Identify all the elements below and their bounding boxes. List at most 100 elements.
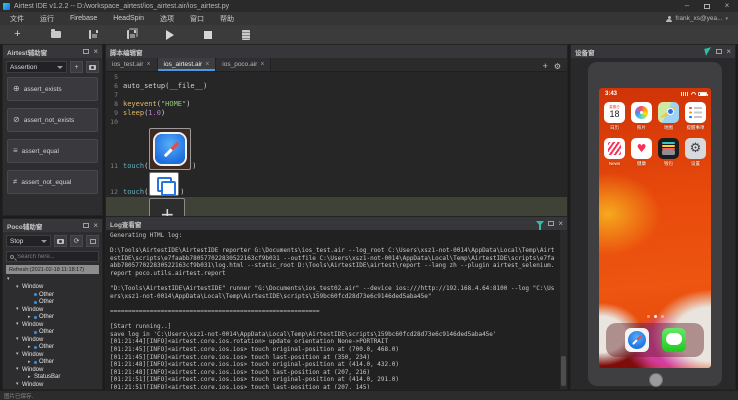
tree-node-label: StatusBar [34, 374, 60, 380]
menu-run[interactable]: 运行 [40, 14, 54, 24]
tree-node[interactable]: ▾Window [3, 366, 102, 374]
code-token: touch [123, 162, 144, 171]
code-line[interactable]: 9sleep(1.0) [106, 109, 567, 118]
add-tab-button[interactable]: + [543, 62, 548, 71]
tree-node[interactable]: ▾Window [3, 381, 102, 389]
app-safari[interactable] [625, 328, 649, 352]
app-calendar[interactable]: 星期日 18 日历 [601, 102, 628, 131]
close-panel-icon[interactable]: × [558, 220, 563, 228]
app-maps[interactable]: 地图 [655, 102, 682, 131]
view-report-button[interactable] [240, 29, 251, 40]
tree-node[interactable]: ▾Window [3, 336, 102, 344]
phone-screen[interactable]: 3:43 星期日 18 日历 照片 [599, 88, 711, 368]
run-script-button[interactable] [164, 29, 175, 40]
poco-refresh-row[interactable]: Refresh:(2021-02-18 11:18:17) [6, 265, 99, 274]
code-line[interactable]: 5 [106, 73, 567, 82]
assertion-mode-select[interactable]: Assertion [6, 61, 67, 73]
assert-not-equal-button[interactable]: ≠ assert_not_equal [7, 170, 98, 194]
save-script-button[interactable] [88, 29, 99, 40]
inspect-cursor-icon[interactable] [705, 47, 714, 56]
menu-firebase[interactable]: Firebase [70, 15, 97, 22]
app-settings[interactable]: ⚙ 设置 [682, 138, 709, 167]
code-line[interactable]: 10 [106, 118, 567, 127]
menu-headspin[interactable]: HeadSpin [113, 15, 144, 22]
tree-node[interactable]: Other [3, 291, 102, 299]
poco-mode-select[interactable]: Stop [6, 235, 51, 247]
log-filter-icon[interactable] [536, 221, 544, 226]
tree-node[interactable]: ▾ [3, 276, 102, 284]
tab-ios-test[interactable]: ios_test.air × [106, 58, 158, 71]
tree-node[interactable]: ▾Window [3, 284, 102, 292]
float-panel-icon[interactable] [548, 221, 554, 226]
tree-node[interactable]: Other [3, 299, 102, 307]
main-toolbar: + [0, 25, 738, 44]
maximize-button[interactable] [699, 1, 715, 12]
crosshair-icon: ⊕ [13, 85, 20, 93]
tree-node[interactable]: Other [3, 329, 102, 337]
app-reminders[interactable]: 提醒事项 [682, 102, 709, 131]
calendar-icon: 星期日 18 [604, 102, 625, 123]
tree-node[interactable]: ▸Other [3, 359, 102, 367]
home-button[interactable] [649, 373, 663, 387]
menu-options[interactable]: 选项 [160, 14, 174, 24]
save-as-button[interactable] [126, 29, 137, 40]
close-panel-icon[interactable]: × [93, 222, 98, 230]
poco-refresh-button[interactable]: ⟳ [70, 235, 83, 247]
tree-node[interactable]: ▾Window [3, 351, 102, 359]
account-menu[interactable]: frank_xs@yea... ▾ [666, 15, 728, 22]
log-text: [01:21:45][INFO]<airtest.core.ios.ios> t… [110, 346, 399, 353]
search-input[interactable] [17, 254, 95, 260]
code-line[interactable]: 8keyevent("HOME") [106, 100, 567, 109]
new-script-button[interactable]: + [12, 29, 23, 40]
app-wallet[interactable]: 钱包 [655, 138, 682, 167]
menu-help[interactable]: 帮助 [220, 14, 234, 24]
poco-float-button[interactable] [86, 235, 99, 247]
scrollbar-thumb[interactable] [561, 356, 566, 386]
tree-node[interactable]: ▸StatusBar [3, 374, 102, 382]
log-scrollbar[interactable] [560, 230, 567, 389]
insert-snippet-button[interactable]: + [70, 61, 83, 73]
editor-settings-button[interactable]: ⚙ [554, 63, 561, 71]
stop-script-button[interactable] [202, 29, 213, 40]
float-panel-icon[interactable] [83, 223, 89, 228]
tab-ios-poco[interactable]: ios_poco.air × [216, 58, 271, 71]
close-panel-icon[interactable]: × [93, 48, 98, 56]
code-line[interactable]: 13touch() [106, 197, 567, 216]
code-area[interactable]: 56auto_setup(__file__)78keyevent("HOME")… [106, 72, 567, 216]
tree-node-label: Other [39, 359, 54, 365]
snapshot-button[interactable] [86, 61, 99, 73]
close-panel-icon[interactable]: × [726, 48, 731, 56]
app-photos[interactable]: 照片 [628, 102, 655, 131]
tab-close-icon[interactable]: × [260, 61, 264, 68]
lock-icon [57, 239, 64, 244]
search-icon [10, 255, 14, 259]
poco-tree[interactable]: ▾▾WindowOtherOther▾Window▸Other▾WindowOt… [3, 276, 102, 390]
close-button[interactable]: × [719, 1, 735, 12]
assert-not-exists-button[interactable]: ⊘ assert_not_exists [7, 108, 98, 132]
log-output[interactable]: Generating HTML log: D:\Tools\AirtestIDE… [106, 230, 560, 389]
tab-ios-airtest[interactable]: ios_airtest.air × [158, 58, 217, 71]
float-panel-icon[interactable] [716, 49, 722, 54]
open-script-button[interactable] [50, 29, 61, 40]
float-panel-icon[interactable] [83, 49, 89, 54]
assert-exists-button[interactable]: ⊕ assert_exists [7, 77, 98, 101]
code-line[interactable]: 7 [106, 91, 567, 100]
app-news[interactable]: News [601, 138, 628, 167]
tree-node[interactable]: ▸Other [3, 344, 102, 352]
app-messages[interactable] [662, 328, 686, 352]
tree-caret-icon[interactable]: ▾ [7, 277, 13, 282]
menu-file[interactable]: 文件 [10, 14, 24, 24]
minimize-button[interactable]: – [679, 1, 695, 12]
poco-lock-button[interactable] [54, 235, 67, 247]
code-line[interactable]: 12touch() [106, 171, 567, 197]
menu-window[interactable]: 窗口 [190, 14, 204, 24]
code-line[interactable]: 6auto_setup(__file__) [106, 82, 567, 91]
tree-node[interactable]: ▾Window [3, 321, 102, 329]
app-health[interactable]: ♥ 健康 [628, 138, 655, 167]
tree-node[interactable]: ▾Window [3, 306, 102, 314]
tree-node[interactable]: ▸Other [3, 314, 102, 322]
tab-close-icon[interactable]: × [146, 61, 150, 68]
assert-equal-button[interactable]: ≡ assert_equal [7, 139, 98, 163]
code-line[interactable]: 11touch() [106, 127, 567, 171]
tab-close-icon[interactable]: × [205, 61, 209, 68]
